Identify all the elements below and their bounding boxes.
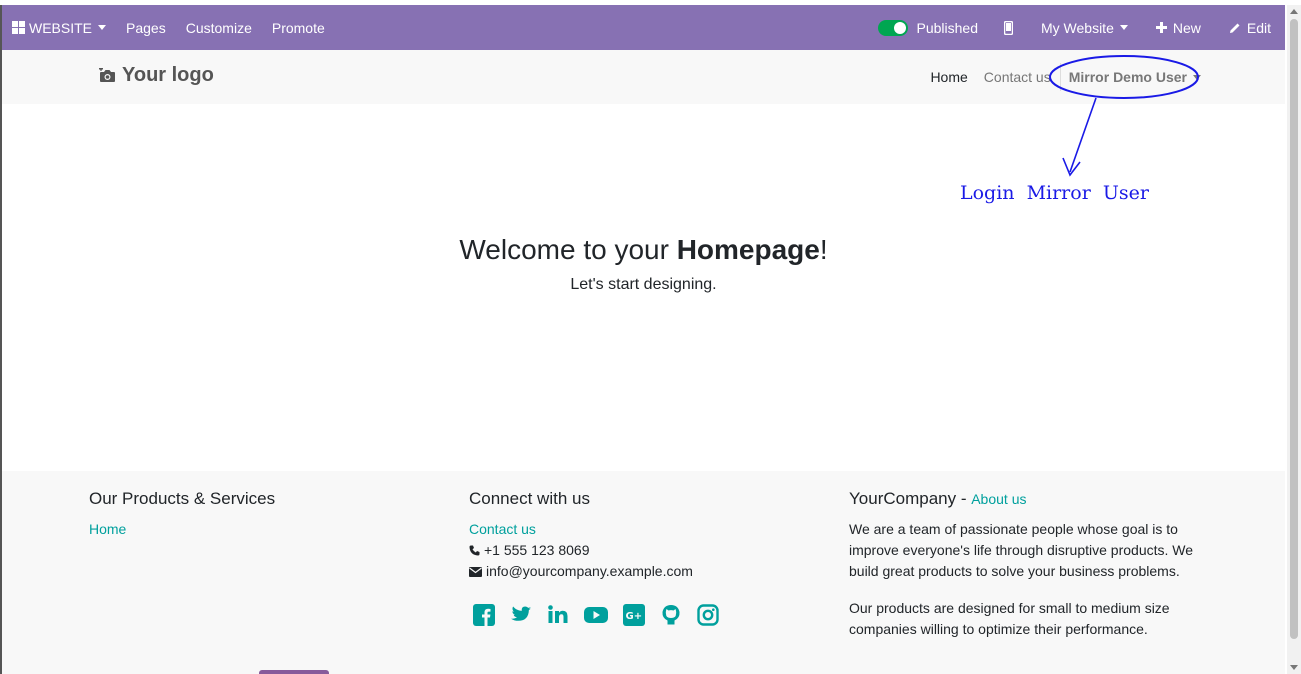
footer-link-contact[interactable]: Contact us xyxy=(469,519,734,540)
new-label: New xyxy=(1172,19,1201,36)
company-description: We are a team of passionate people whose… xyxy=(849,521,1194,579)
linkedin-icon[interactable] xyxy=(547,604,569,626)
facebook-icon[interactable] xyxy=(473,604,495,626)
site-header: Your logo Home Contact us Mirror Demo Us… xyxy=(2,50,1285,104)
phone-number: +1 555 123 8069 xyxy=(484,542,590,558)
scroll-down-arrow-icon[interactable] xyxy=(1290,665,1298,670)
editor-tab[interactable] xyxy=(259,670,329,674)
edit-button[interactable]: Edit xyxy=(1229,5,1271,50)
published-label: Published xyxy=(916,19,978,36)
mobile-phone-icon xyxy=(1003,20,1013,35)
my-website-dropdown[interactable]: My Website xyxy=(1041,5,1128,50)
edit-label: Edit xyxy=(1246,19,1271,36)
page-scrollbar[interactable] xyxy=(1287,5,1301,674)
hero-title-suffix: ! xyxy=(819,234,828,265)
scroll-up-arrow-icon[interactable] xyxy=(1290,9,1298,14)
logo-text: Your logo xyxy=(122,64,214,86)
site-logo[interactable]: Your logo xyxy=(99,64,214,87)
apps-grid-icon xyxy=(12,21,25,34)
website-app-menu[interactable]: WEBSITE xyxy=(12,5,107,50)
email-address: info@yourcompany.example.com xyxy=(486,563,693,579)
phone-icon xyxy=(469,545,480,556)
social-links: G+ xyxy=(473,604,734,626)
footer-connect-title: Connect with us xyxy=(469,489,590,508)
instagram-icon[interactable] xyxy=(697,604,719,626)
nav-home[interactable]: Home xyxy=(930,69,967,85)
footer-phone: +1 555 123 8069 xyxy=(469,540,734,561)
admin-top-bar: WEBSITE Pages Customize Promote Publishe… xyxy=(2,5,1285,50)
footer-col-company: YourCompany - About us We are a team of … xyxy=(849,489,1199,640)
nav-divider xyxy=(1059,63,1061,91)
hero-section: Welcome to your Homepage! Let's start de… xyxy=(2,104,1285,471)
hero-title: Welcome to your Homepage! xyxy=(2,234,1285,266)
site-nav: Home Contact us Mirror Demo User xyxy=(914,50,1201,104)
title-dash: - xyxy=(956,489,972,508)
website-app-label: WEBSITE xyxy=(29,19,93,36)
menu-pages[interactable]: Pages xyxy=(126,5,166,50)
footer-products-title: Our Products & Services xyxy=(89,489,276,508)
google-plus-icon[interactable]: G+ xyxy=(623,604,645,626)
footer-col-connect: Connect with us Contact us +1 555 123 80… xyxy=(469,489,734,626)
site-footer: Our Products & Services Home Connect wit… xyxy=(2,471,1285,674)
user-name: Mirror Demo User xyxy=(1068,69,1187,85)
mobile-preview-button[interactable] xyxy=(1003,5,1013,50)
menu-customize[interactable]: Customize xyxy=(186,5,252,50)
footer-col-products: Our Products & Services Home xyxy=(89,489,275,540)
github-icon[interactable] xyxy=(660,604,682,626)
hero-title-bold: Homepage xyxy=(676,234,820,265)
footer-company-title: YourCompany - About us xyxy=(849,489,1199,509)
user-menu-dropdown[interactable]: Mirror Demo User xyxy=(1069,69,1201,85)
published-toggle[interactable]: Published xyxy=(878,5,978,50)
pencil-icon xyxy=(1229,23,1240,33)
new-button[interactable]: New xyxy=(1155,5,1201,50)
plus-icon xyxy=(1155,22,1167,33)
company-name: YourCompany xyxy=(849,489,957,508)
about-us-link[interactable]: About us xyxy=(971,491,1026,507)
camera-icon xyxy=(99,68,115,82)
twitter-icon[interactable] xyxy=(510,604,532,626)
my-website-label: My Website xyxy=(1040,19,1114,36)
hero-title-prefix: Welcome to your xyxy=(459,234,677,265)
company-description-2: Our products are designed for small to m… xyxy=(849,600,1170,637)
nav-contact-us[interactable]: Contact us xyxy=(984,69,1051,85)
envelope-icon xyxy=(469,567,482,577)
hero-subtitle: Let's start designing. xyxy=(570,276,717,293)
footer-link-home[interactable]: Home xyxy=(89,519,275,540)
svg-text:G+: G+ xyxy=(626,611,643,622)
chevron-down-icon xyxy=(1193,74,1201,80)
chevron-down-icon xyxy=(98,25,107,30)
footer-email: info@yourcompany.example.com xyxy=(469,561,734,582)
scrollbar-thumb[interactable] xyxy=(1290,19,1298,639)
chevron-down-icon xyxy=(1119,25,1128,30)
menu-promote[interactable]: Promote xyxy=(272,5,325,50)
youtube-icon[interactable] xyxy=(584,604,608,626)
toggle-switch-icon xyxy=(878,19,909,36)
